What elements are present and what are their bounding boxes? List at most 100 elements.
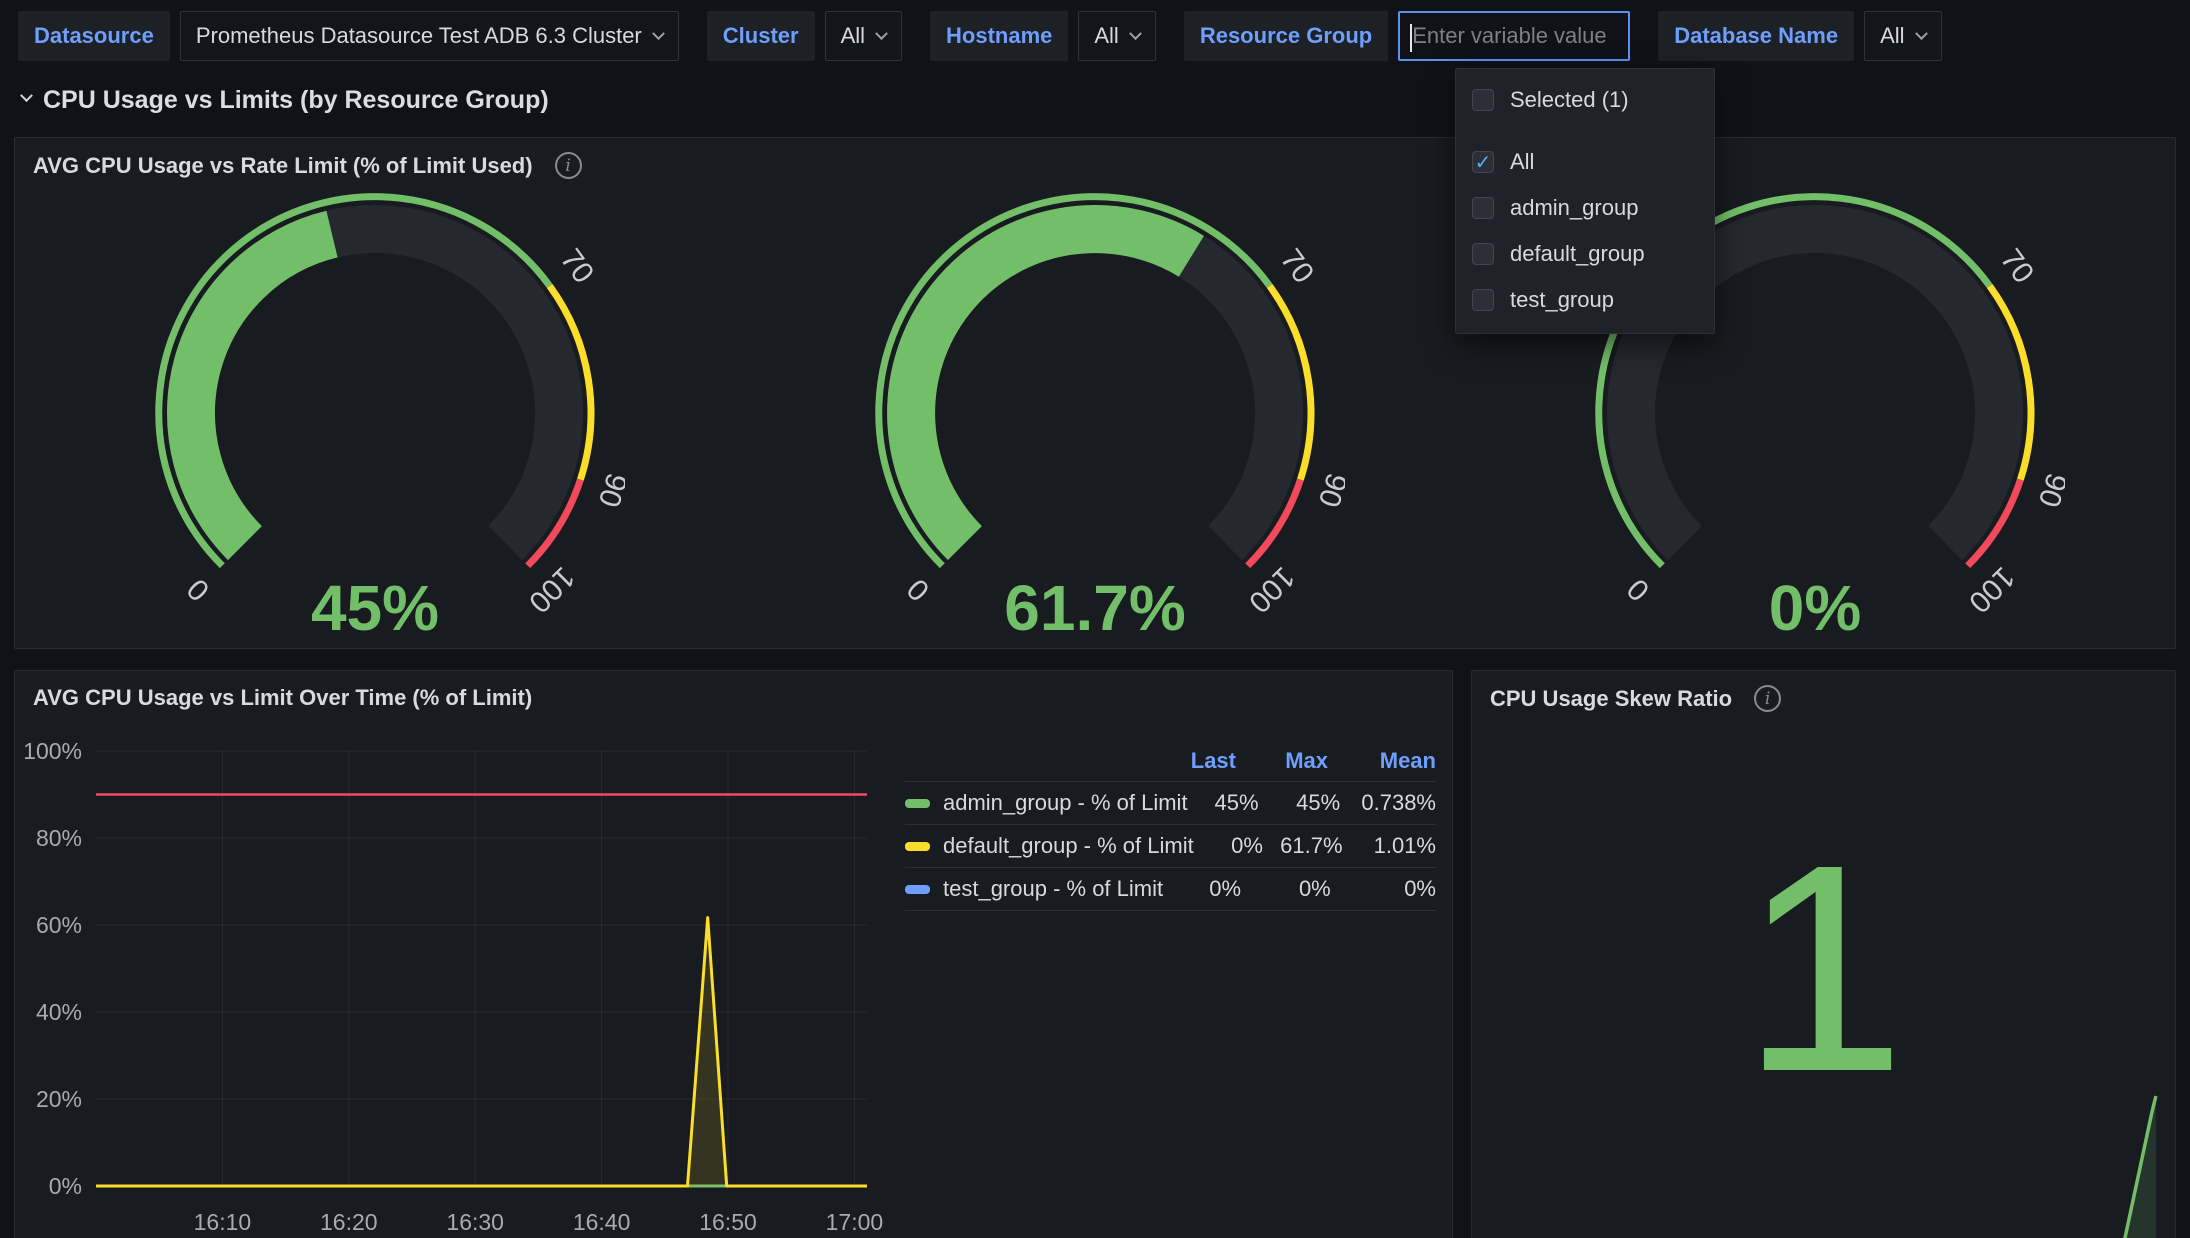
variable-datasource: Datasource Prometheus Datasource Test AD… (18, 11, 679, 61)
series-color-swatch (905, 842, 930, 851)
series-color-swatch (905, 885, 930, 894)
resource-group-label: Resource Group (1184, 11, 1388, 61)
timeseries-legend: Last Max Mean admin_group - % of Limit 4… (905, 741, 1436, 910)
database-name-select[interactable]: All (1864, 11, 1941, 61)
timeseries-panel: AVG CPU Usage vs Limit Over Time (% of L… (14, 670, 1453, 1238)
database-name-value: All (1880, 23, 1904, 49)
svg-text:17:00: 17:00 (826, 1209, 884, 1235)
stat-max: 61.7% (1263, 833, 1343, 859)
legend-row: admin_group - % of Limit 45% 45% 0.738% (905, 781, 1436, 824)
gauge-value: 0% (1455, 576, 2175, 640)
info-icon[interactable]: i (1754, 685, 1781, 712)
timeseries-chart: 0% 20% 40% 60% 80% 100% 16:10 16:20 16:30 16:40 16… (25, 731, 895, 1238)
chevron-down-icon (20, 89, 33, 102)
chevron-down-icon (1129, 27, 1142, 40)
checkbox-unchecked-icon[interactable]: ✓ (1472, 243, 1494, 265)
menu-item-all[interactable]: ✓ All (1456, 139, 1714, 185)
datasource-value: Prometheus Datasource Test ADB 6.3 Clust… (196, 23, 642, 49)
stat-panel-title[interactable]: CPU Usage Skew Ratio i (1490, 685, 1781, 712)
variable-cluster: Cluster All (707, 11, 902, 61)
legend-row: test_group - % of Limit 0% 0% 0% (905, 867, 1436, 910)
panel-title-text: AVG CPU Usage vs Limit Over Time (% of L… (33, 685, 532, 711)
stat-last: 45% (1188, 790, 1259, 816)
hostname-select[interactable]: All (1078, 11, 1155, 61)
svg-text:20%: 20% (36, 1086, 82, 1112)
menu-item-selected-summary[interactable]: ✓ Selected (1) (1456, 77, 1714, 131)
legend-col-mean[interactable]: Mean (1328, 748, 1436, 774)
menu-item-admin-group[interactable]: ✓ admin_group (1456, 185, 1714, 231)
svg-text:100%: 100% (25, 738, 82, 764)
hostname-label: Hostname (930, 11, 1068, 61)
legend-col-last[interactable]: Last (1156, 748, 1236, 774)
gauge-panel: AVG CPU Usage vs Rate Limit (% of Limit … (14, 137, 2176, 649)
grafana-dashboard: Datasource Prometheus Datasource Test AD… (0, 0, 2190, 1238)
svg-text:90: 90 (1312, 469, 1345, 511)
variable-hostname: Hostname All (930, 11, 1156, 61)
legend-row: default_group - % of Limit 0% 61.7% 1.01… (905, 824, 1436, 867)
datasource-select[interactable]: Prometheus Datasource Test ADB 6.3 Clust… (180, 11, 679, 61)
legend-col-max[interactable]: Max (1236, 748, 1328, 774)
database-name-label: Database Name (1658, 11, 1854, 61)
svg-text:90: 90 (2032, 469, 2065, 511)
cluster-value: All (841, 23, 865, 49)
series-color-swatch (905, 799, 930, 808)
menu-item-default-group[interactable]: ✓ default_group (1456, 231, 1714, 277)
svg-text:40%: 40% (36, 999, 82, 1025)
stat-max: 45% (1259, 790, 1341, 816)
stat-value: 1 (1472, 821, 2175, 1116)
chevron-down-icon (652, 27, 665, 40)
stat-last: 0% (1163, 876, 1241, 902)
stat-mean: 0.738% (1340, 790, 1436, 816)
svg-text:60%: 60% (36, 912, 82, 938)
legend-series-test-group[interactable]: test_group - % of Limit (905, 876, 1163, 902)
variable-options-menu: ✓ Selected (1) ✓ All ✓ admin_group ✓ def… (1455, 68, 1715, 334)
variable-resource-group: Resource Group (1184, 11, 1630, 61)
svg-text:16:20: 16:20 (320, 1209, 378, 1235)
gauge-admin-group: 07090100 45% admin_group - Usage/Limit (15, 138, 735, 648)
stat-mean: 0% (1331, 876, 1436, 902)
menu-item-test-group[interactable]: ✓ test_group (1456, 277, 1714, 323)
chevron-down-icon (875, 27, 888, 40)
legend-series-default-group[interactable]: default_group - % of Limit (905, 833, 1194, 859)
checkbox-unchecked-icon[interactable]: ✓ (1472, 197, 1494, 219)
gauge-arc: 07090100 (845, 138, 1345, 638)
variable-database-name: Database Name All (1658, 11, 1941, 61)
stat-max: 0% (1241, 876, 1331, 902)
resource-group-input-wrap (1398, 11, 1630, 61)
svg-text:0%: 0% (49, 1173, 82, 1199)
dashboard-row-header[interactable]: CPU Usage vs Limits (by Resource Group) (22, 86, 549, 115)
stat-sparkline (1480, 1081, 2169, 1238)
text-caret (1410, 24, 1412, 52)
chevron-down-icon (1915, 27, 1928, 40)
checkbox-unchecked-icon[interactable]: ✓ (1472, 89, 1494, 111)
svg-text:70: 70 (1274, 243, 1320, 289)
gauge-default-group: 07090100 61.7% default_group - Usage/Lim… (735, 138, 1455, 648)
hostname-value: All (1094, 23, 1118, 49)
resource-group-input[interactable] (1400, 13, 1628, 59)
stat-mean: 1.01% (1343, 833, 1436, 859)
gauge-value: 45% (15, 576, 735, 640)
svg-text:16:40: 16:40 (573, 1209, 631, 1235)
checkbox-checked-icon[interactable]: ✓ (1472, 151, 1494, 173)
gauge-group: 07090100 45% admin_group - Usage/Limit 0… (15, 138, 2175, 648)
legend-header: Last Max Mean (905, 741, 1436, 781)
checkbox-unchecked-icon[interactable]: ✓ (1472, 289, 1494, 311)
svg-text:16:30: 16:30 (446, 1209, 504, 1235)
svg-text:70: 70 (1994, 243, 2040, 289)
datasource-label: Datasource (18, 11, 170, 61)
stat-panel: CPU Usage Skew Ratio i 1 (1471, 670, 2176, 1238)
svg-text:80%: 80% (36, 825, 82, 851)
gauge-arc: 07090100 (125, 138, 625, 638)
stat-last: 0% (1194, 833, 1263, 859)
svg-text:16:50: 16:50 (699, 1209, 757, 1235)
svg-text:70: 70 (554, 243, 600, 289)
cluster-select[interactable]: All (825, 11, 902, 61)
legend-series-admin-group[interactable]: admin_group - % of Limit (905, 790, 1188, 816)
row-title: CPU Usage vs Limits (by Resource Group) (43, 86, 549, 115)
cluster-label: Cluster (707, 11, 815, 61)
gauge-value: 61.7% (735, 576, 1455, 640)
svg-text:90: 90 (592, 469, 625, 511)
dashboard-variables-bar: Datasource Prometheus Datasource Test AD… (18, 11, 1970, 61)
timeseries-panel-title[interactable]: AVG CPU Usage vs Limit Over Time (% of L… (33, 685, 532, 711)
svg-text:16:10: 16:10 (194, 1209, 252, 1235)
